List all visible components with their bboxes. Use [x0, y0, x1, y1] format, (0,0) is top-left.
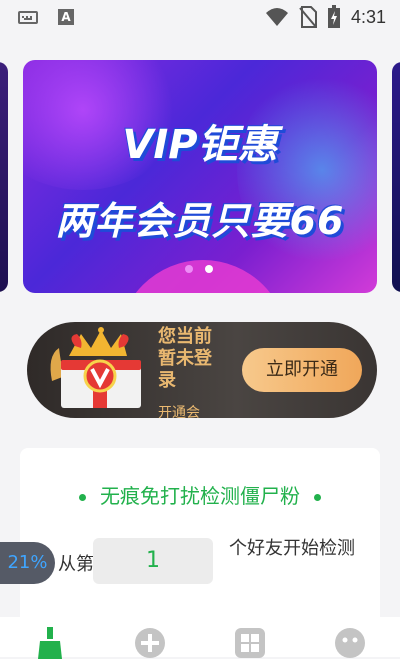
grid-icon[interactable] — [234, 627, 266, 659]
vip-gift-icon — [50, 327, 141, 408]
vip-card[interactable]: 您当前暂未登录 开通会 立即开通 — [27, 322, 377, 418]
detect-title: 无痕免打扰检测僵尸粉 — [20, 480, 380, 509]
wifi-icon — [265, 8, 288, 26]
bottom-nav — [0, 617, 400, 659]
promo-banner[interactable]: VIP钜惠 两年会员只要66 — [23, 60, 377, 293]
status-time: 4:31 — [350, 6, 386, 27]
banner-title: VIP钜惠 — [122, 122, 278, 168]
plus-icon[interactable] — [134, 627, 166, 659]
floating-progress-badge[interactable]: 21% — [0, 542, 55, 584]
start-friend-index-input[interactable]: 1 — [93, 538, 213, 584]
after-label: 个好友开始检测 — [229, 538, 355, 559]
bullet-dot — [79, 494, 86, 501]
carousel-dots — [185, 265, 213, 273]
vip-subtext: 开通会 — [158, 405, 200, 418]
banner-subtitle: 两年会员只要66 — [55, 199, 345, 243]
status-bar: A 4:31 — [0, 0, 400, 36]
face-icon[interactable] — [334, 627, 366, 659]
login-status-text: 您当前暂未登录 — [158, 326, 212, 391]
detect-title-text: 无痕免打扰检测僵尸粉 — [100, 484, 300, 508]
broom-icon[interactable] — [34, 627, 66, 659]
no-sim-icon — [299, 6, 317, 28]
battery-charging-icon — [327, 5, 340, 28]
bullet-dot — [314, 494, 321, 501]
carousel-dot-active[interactable] — [205, 265, 213, 273]
open-vip-button[interactable]: 立即开通 — [242, 348, 362, 392]
banner-next-peek[interactable] — [392, 62, 400, 292]
detect-card: 无痕免打扰检测僵尸粉 从第 1 个好友开始检测 — [20, 448, 380, 638]
carousel-dot[interactable] — [185, 265, 193, 273]
a-icon: A — [58, 9, 74, 25]
from-label: 从第 — [58, 554, 94, 575]
banner-prev-peek[interactable] — [0, 62, 8, 292]
keyboard-icon — [18, 10, 38, 24]
